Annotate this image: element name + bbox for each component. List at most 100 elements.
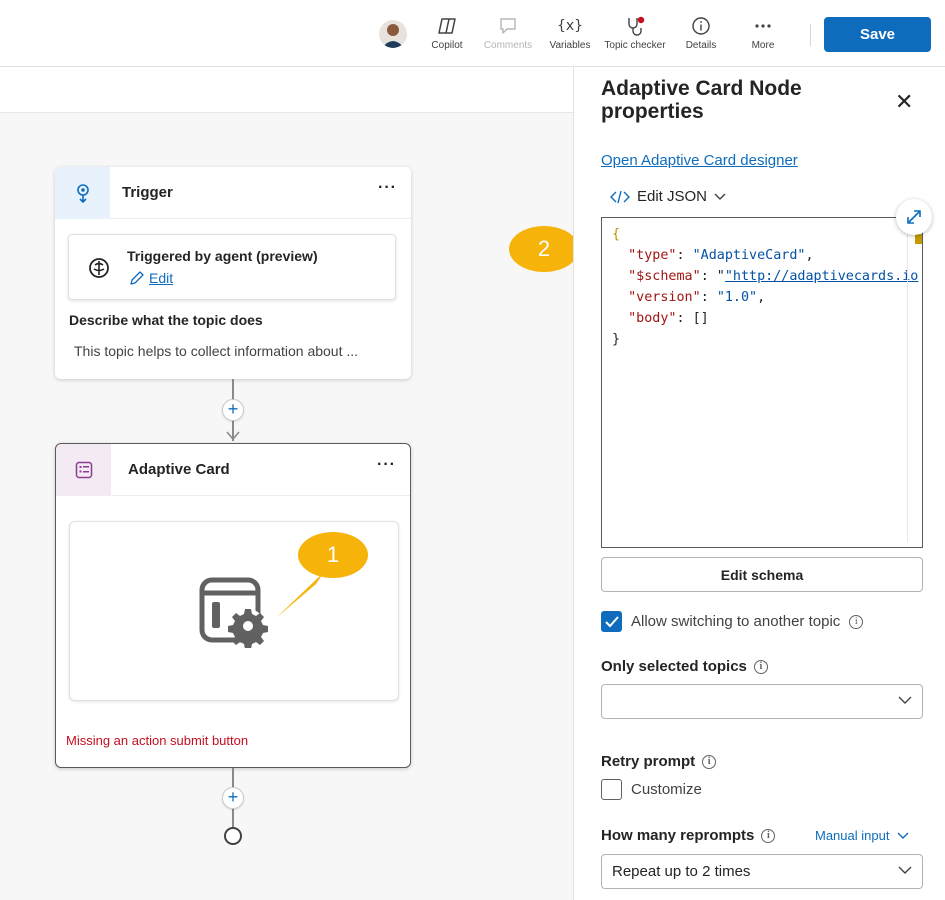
copilot-icon (438, 18, 456, 34)
info-icon (692, 17, 710, 35)
trigger-type-title: Triggered by agent (preview) (127, 248, 318, 264)
json-version-value: "1.0" (716, 290, 758, 305)
save-button[interactable]: Save (824, 17, 931, 52)
json-close-brace: } (612, 332, 621, 347)
adaptive-node-header: Adaptive Card ··· (56, 444, 410, 496)
comments-button[interactable]: Comments (473, 14, 543, 51)
variables-button[interactable]: {x} Variables (535, 14, 605, 51)
adaptive-card-node[interactable]: Adaptive Card ··· Missing an action subm… (55, 443, 411, 768)
callout-2: 2 (509, 226, 579, 272)
retry-prompt-label: Retry prompt i (601, 753, 717, 770)
comment-icon (500, 18, 516, 34)
customize-checkbox-row[interactable]: Customize (601, 779, 702, 800)
variables-label: Variables (549, 40, 591, 51)
more-button[interactable]: More (728, 14, 798, 51)
reprompts-text: How many reprompts (601, 827, 755, 844)
pencil-icon (130, 271, 144, 285)
info-icon[interactable]: i (849, 614, 864, 629)
manual-input-dropdown[interactable]: Manual input (815, 828, 909, 843)
open-designer-link[interactable]: Open Adaptive Card designer (601, 152, 798, 169)
trigger-icon (55, 167, 110, 219)
copilot-label: Copilot (431, 40, 463, 51)
json-schema-value[interactable]: "http://adaptivecards.io (725, 269, 918, 284)
adaptive-more-button[interactable]: ··· (377, 456, 396, 474)
edit-json-label: Edit JSON (637, 188, 708, 205)
add-node-button[interactable]: + (222, 399, 244, 421)
adaptive-node-title: Adaptive Card (128, 461, 230, 478)
variables-icon: {x} (556, 18, 584, 34)
retry-prompt-text: Retry prompt (601, 753, 696, 770)
card-settings-icon (199, 577, 268, 648)
json-version-key: "version" (628, 290, 701, 305)
allow-switching-checkbox[interactable] (601, 611, 622, 632)
chevron-down-icon (898, 696, 912, 704)
edit-schema-button[interactable]: Edit schema (601, 557, 923, 592)
callout-1: 1 (298, 532, 368, 578)
code-icon (610, 190, 630, 203)
close-icon[interactable]: ✕ (895, 89, 913, 115)
toolbar-divider (810, 24, 811, 46)
arrow-down-icon (226, 431, 240, 441)
more-icon (755, 24, 771, 28)
customize-label: Customize (631, 781, 702, 798)
describe-topic-label: Describe what the topic does (69, 312, 263, 328)
validation-error: Missing an action submit button (66, 733, 249, 748)
panel-title: Adaptive Card Node properties (601, 77, 802, 123)
trigger-node-header: Trigger ··· (55, 167, 411, 219)
manual-input-label: Manual input (815, 828, 890, 843)
chevron-down-icon (898, 866, 912, 874)
comments-label: Comments (483, 40, 533, 51)
details-label: Details (685, 40, 717, 51)
allow-switching-checkbox-row[interactable]: Allow switching to another topic i (601, 611, 864, 632)
json-editor[interactable]: { "type": "AdaptiveCard", "$schema": ""h… (601, 217, 923, 548)
checkmark-icon (604, 615, 619, 627)
only-selected-topics-text: Only selected topics (601, 658, 747, 675)
expand-editor-button[interactable] (896, 199, 932, 235)
copilot-button[interactable]: Copilot (412, 14, 482, 51)
reprompts-label: How many reprompts i (601, 827, 776, 844)
top-toolbar: Copilot Comments {x} Variables Topic che… (0, 0, 945, 67)
more-label: More (751, 40, 775, 51)
properties-panel: Adaptive Card Node properties ✕ Open Ada… (573, 67, 945, 900)
trigger-more-button[interactable]: ··· (378, 179, 397, 197)
trigger-edit-link[interactable]: Edit (129, 270, 173, 286)
only-selected-topics-label: Only selected topics i (601, 658, 768, 675)
json-body-key: "body" (628, 311, 677, 326)
chevron-down-icon (897, 832, 909, 839)
topic-checker-button[interactable]: Topic checker (600, 14, 670, 51)
authoring-canvas: Trigger ··· Triggered by agent (preview)… (0, 67, 573, 900)
trigger-node[interactable]: Trigger ··· Triggered by agent (preview)… (55, 167, 411, 379)
topic-checker-label: Topic checker (604, 40, 666, 51)
only-selected-topics-dropdown[interactable] (601, 684, 923, 719)
info-icon[interactable]: i (753, 659, 768, 674)
json-type-value: "AdaptiveCard" (692, 248, 806, 263)
editor-scrollbar[interactable] (907, 218, 908, 542)
flow-end-marker (224, 827, 242, 845)
expand-icon (907, 210, 921, 224)
trigger-node-title: Trigger (122, 184, 173, 201)
user-avatar[interactable] (379, 20, 407, 48)
details-button[interactable]: Details (666, 14, 736, 51)
canvas-header-strip (0, 67, 573, 113)
chevron-down-icon (714, 193, 726, 200)
allow-switching-label: Allow switching to another topic (631, 613, 841, 630)
editor-minimap-marker (915, 234, 922, 244)
callout-pointer (276, 572, 324, 618)
json-open-brace: { (612, 227, 621, 242)
topic-description[interactable]: This topic helps to collect information … (74, 343, 358, 359)
trigger-edit-label: Edit (149, 270, 174, 286)
json-type-key: "type" (628, 248, 677, 263)
reprompts-dropdown[interactable]: Repeat up to 2 times (601, 854, 923, 889)
stethoscope-icon (628, 16, 645, 36)
edit-json-dropdown[interactable]: Edit JSON (610, 188, 726, 205)
reprompts-value: Repeat up to 2 times (612, 863, 751, 880)
adaptive-card-icon (56, 444, 111, 496)
agent-icon (89, 258, 109, 278)
json-body-value: [] (692, 311, 709, 326)
info-icon[interactable]: i (761, 828, 776, 843)
trigger-type-card[interactable]: Triggered by agent (preview) Edit (68, 234, 396, 300)
customize-checkbox[interactable] (601, 779, 622, 800)
info-icon[interactable]: i (702, 754, 717, 769)
add-node-button-bottom[interactable]: + (222, 787, 244, 809)
json-schema-key: "$schema" (628, 269, 701, 284)
